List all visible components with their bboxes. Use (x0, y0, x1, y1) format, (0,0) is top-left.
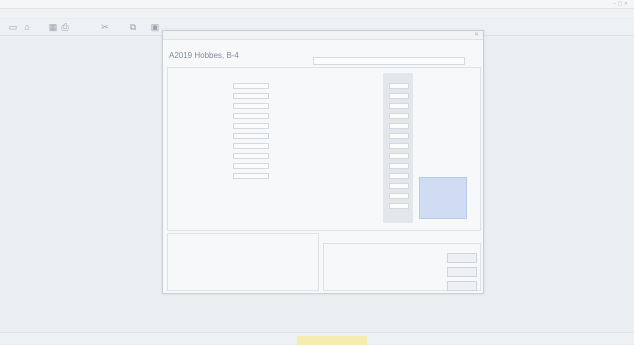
apply-button[interactable] (447, 253, 477, 263)
col-value-8[interactable] (389, 153, 409, 159)
row-4-value[interactable] (233, 113, 269, 119)
row-6-value[interactable] (233, 133, 269, 139)
ok-button[interactable] (447, 267, 477, 277)
menu-bar (0, 9, 634, 18)
col-value-1[interactable] (389, 83, 409, 89)
window-titlebar: – ▢ ✕ (0, 0, 634, 9)
col-value-4[interactable] (389, 113, 409, 119)
paste-icon[interactable]: ▣ (150, 22, 160, 32)
row-8-value[interactable] (233, 153, 269, 159)
col-value-6[interactable] (389, 133, 409, 139)
copy-icon[interactable]: ⧉ (128, 22, 138, 32)
col-value-5[interactable] (389, 123, 409, 129)
col-value-7[interactable] (389, 143, 409, 149)
col-value-13[interactable] (389, 203, 409, 209)
properties-dialog: ✕ A2019 Hobbes, B-4 (162, 30, 484, 294)
open-icon[interactable]: ⌂ (22, 22, 32, 32)
cut-icon[interactable]: ✂ (100, 22, 110, 32)
col-value-3[interactable] (389, 103, 409, 109)
cancel-button[interactable] (447, 281, 477, 291)
col-value-2[interactable] (389, 93, 409, 99)
status-bar (0, 332, 634, 345)
close-icon[interactable]: ✕ (474, 31, 479, 38)
row-5-value[interactable] (233, 123, 269, 129)
row-2-value[interactable] (233, 93, 269, 99)
col-value-12[interactable] (389, 193, 409, 199)
bottom-left-group (167, 233, 319, 291)
new-icon[interactable]: ▭ (8, 22, 18, 32)
name-field[interactable] (313, 57, 465, 65)
row-1-value[interactable] (233, 83, 269, 89)
save-icon[interactable]: ▦ (48, 22, 58, 32)
dialog-titlebar: ✕ (163, 31, 483, 40)
dialog-subheading (169, 43, 309, 49)
row-7-value[interactable] (233, 143, 269, 149)
row-10-value[interactable] (233, 173, 269, 179)
col-value-10[interactable] (389, 173, 409, 179)
print-icon[interactable]: ⎙ (60, 22, 70, 32)
status-highlight (297, 336, 367, 345)
window-controls[interactable]: – ▢ ✕ (614, 1, 628, 7)
row-3-value[interactable] (233, 103, 269, 109)
row-9-value[interactable] (233, 163, 269, 169)
selection-list[interactable] (419, 177, 467, 219)
dialog-heading: A2019 Hobbes, B-4 (169, 51, 239, 60)
col-value-11[interactable] (389, 183, 409, 189)
col-value-9[interactable] (389, 163, 409, 169)
